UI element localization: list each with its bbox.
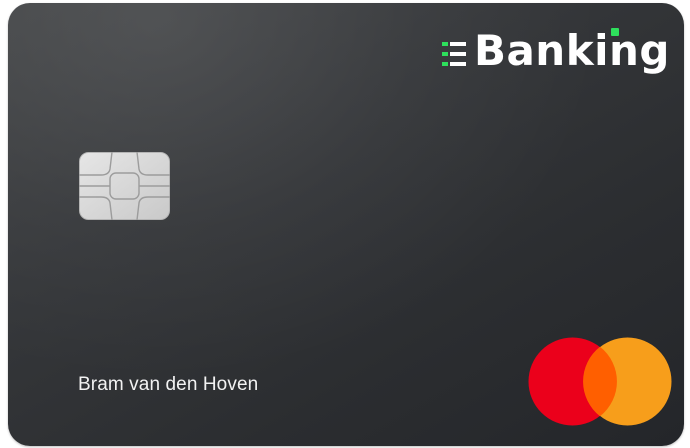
- three-lines-e-icon: [441, 42, 466, 66]
- brand-accent-dot: [611, 28, 619, 36]
- emv-chip-icon: [79, 152, 170, 220]
- brand-logo: Banking: [441, 23, 670, 79]
- bank-card: Banking Bram van den Hoven: [8, 3, 684, 446]
- mastercard-logo: [528, 337, 672, 426]
- cardholder-name: Bram van den Hoven: [78, 374, 259, 395]
- brand-name: Banking: [473, 26, 670, 75]
